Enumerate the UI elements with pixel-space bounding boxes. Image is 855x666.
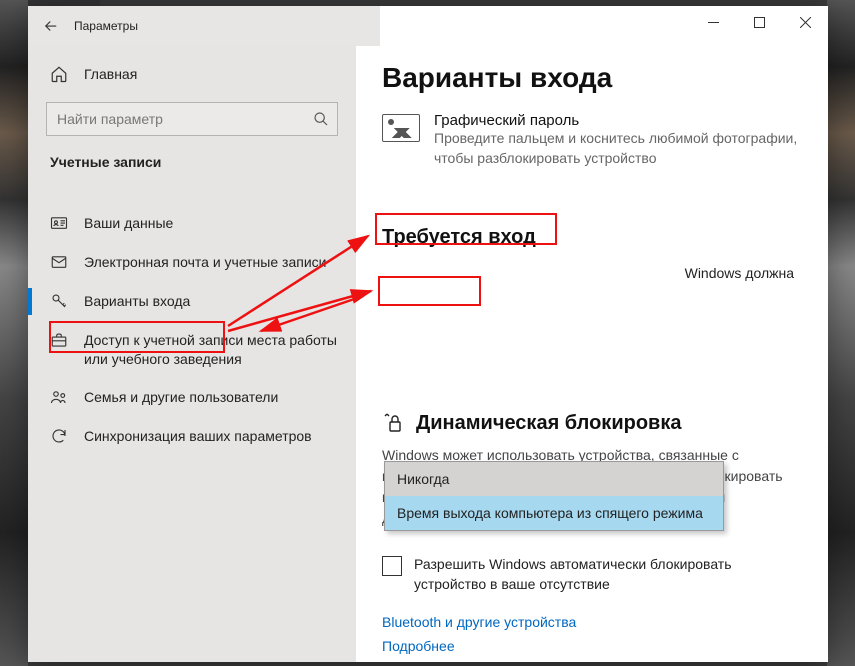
search-input[interactable] — [57, 111, 313, 127]
main-content: Варианты входа Графический пароль Провед… — [356, 46, 828, 662]
picture-password-desc: Проведите пальцем и коснитесь любимой фо… — [434, 129, 802, 168]
sidebar-item-label: Доступ к учетной записи места работы или… — [84, 331, 338, 369]
require-signin-dropdown[interactable]: Никогда Время выхода компьютера из спяще… — [384, 461, 724, 531]
sidebar-item-signin-options[interactable]: Варианты входа — [28, 282, 356, 321]
back-button[interactable] — [28, 6, 74, 46]
sidebar-item-email[interactable]: Электронная почта и учетные записи — [28, 243, 356, 282]
require-signin-trailtext: Windows должна — [382, 265, 802, 281]
close-button[interactable] — [782, 6, 828, 38]
key-icon — [50, 292, 68, 310]
picture-icon — [382, 114, 420, 142]
nav-list: Ваши данные Электронная почта и учетные … — [28, 204, 356, 456]
sidebar-item-label: Ваши данные — [84, 214, 338, 233]
maximize-button[interactable] — [736, 6, 782, 38]
sidebar-item-label: Синхронизация ваших параметров — [84, 427, 338, 446]
mail-icon — [50, 253, 68, 271]
home-button[interactable]: Главная — [28, 54, 356, 94]
sidebar-item-sync[interactable]: Синхронизация ваших параметров — [28, 417, 356, 456]
sidebar-item-your-info[interactable]: Ваши данные — [28, 204, 356, 243]
dynamic-lock-checkbox-row[interactable]: Разрешить Windows автоматически блокиров… — [382, 555, 802, 594]
dynamic-lock-heading: Динамическая блокировка — [416, 412, 681, 435]
search-box[interactable] — [46, 102, 338, 136]
page-title: Варианты входа — [382, 62, 802, 94]
section-title: Учетные записи — [28, 150, 356, 180]
people-icon — [50, 388, 68, 406]
link-bluetooth[interactable]: Bluetooth и другие устройства — [382, 614, 802, 630]
checkbox-label: Разрешить Windows автоматически блокиров… — [414, 555, 802, 594]
minimize-button[interactable] — [690, 6, 736, 38]
window-controls — [690, 6, 828, 38]
app-title: Параметры — [74, 19, 138, 33]
sidebar-item-family[interactable]: Семья и другие пользователи — [28, 378, 356, 417]
home-label: Главная — [84, 66, 137, 82]
person-card-icon — [50, 214, 68, 232]
home-icon — [50, 65, 68, 83]
sidebar-item-label: Варианты входа — [84, 292, 338, 311]
titlebar: Параметры — [28, 6, 828, 46]
sidebar-item-label: Электронная почта и учетные записи — [84, 253, 338, 272]
dropdown-option-sleep[interactable]: Время выхода компьютера из спящего режим… — [385, 496, 723, 530]
briefcase-icon — [50, 331, 68, 349]
picture-password-option[interactable]: Графический пароль Проведите пальцем и к… — [382, 112, 802, 168]
link-more[interactable]: Подробнее — [382, 638, 802, 654]
picture-password-title: Графический пароль — [434, 112, 802, 129]
sync-icon — [50, 427, 68, 445]
dropdown-option-never[interactable]: Никогда — [385, 462, 723, 496]
sidebar: Главная Учетные записи Ваши данные Элект… — [28, 46, 356, 662]
checkbox[interactable] — [382, 556, 402, 576]
sidebar-item-label: Семья и другие пользователи — [84, 388, 338, 407]
search-icon — [313, 111, 329, 127]
settings-window: Параметры Главная Учетные записи Ваши да… — [28, 6, 828, 662]
require-signin-heading: Требуется вход — [382, 226, 536, 249]
dynamic-lock-icon — [382, 411, 406, 435]
sidebar-item-work-access[interactable]: Доступ к учетной записи места работы или… — [28, 321, 356, 379]
